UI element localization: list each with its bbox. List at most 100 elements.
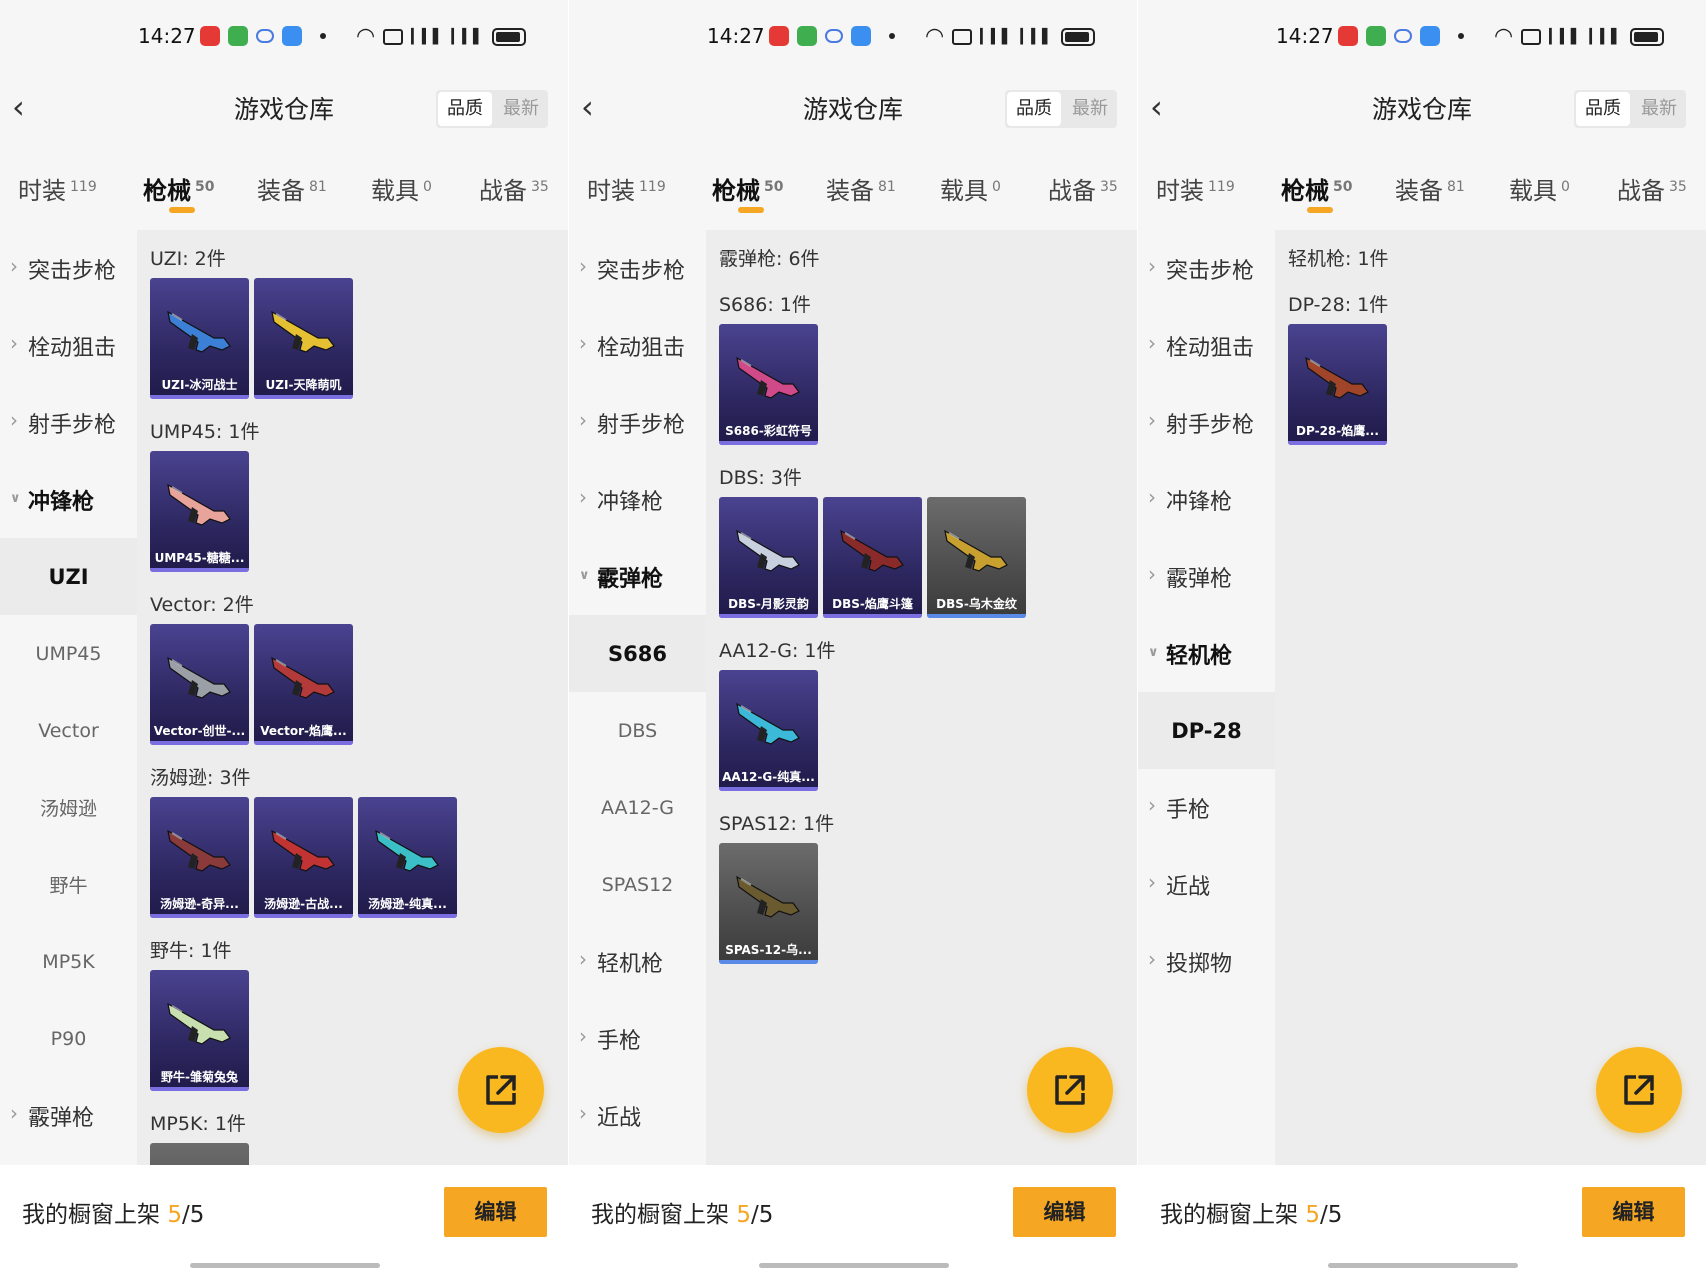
share-fab-button[interactable]	[458, 1047, 544, 1133]
inventory-item-card[interactable]	[150, 1143, 249, 1165]
sidebar-item[interactable]: MP5K	[0, 923, 137, 1000]
tab-0[interactable]: 时装 119	[18, 171, 97, 206]
tab-count: 50	[195, 179, 215, 195]
tab-3[interactable]: 载具 0	[371, 171, 432, 206]
sidebar-item[interactable]: Vector	[0, 692, 137, 769]
sidebar-item[interactable]: › 突击步枪	[1138, 230, 1275, 307]
sort-newest-button[interactable]: 最新	[494, 90, 548, 128]
tab-2[interactable]: 装备 81	[1395, 171, 1465, 206]
sidebar-item[interactable]: AA12-G	[569, 769, 706, 846]
sidebar-item[interactable]: 野牛	[0, 846, 137, 923]
sidebar-item[interactable]: 汤姆逊	[0, 769, 137, 846]
tab-3[interactable]: 载具 0	[1509, 171, 1570, 206]
inventory-item-card[interactable]: UZI-天降萌叽	[254, 278, 353, 399]
sidebar-item[interactable]: › 轻机枪	[569, 923, 706, 1000]
battery-icon	[1629, 27, 1664, 46]
sidebar-item[interactable]: UZI	[0, 538, 137, 615]
inventory-item-card[interactable]: 汤姆逊-奇异...	[150, 797, 249, 918]
sort-quality-button[interactable]: 品质	[1576, 92, 1630, 126]
inventory-item-card[interactable]: DP-28-焰鹰...	[1288, 324, 1387, 445]
sidebar-item-label: 汤姆逊	[39, 798, 97, 820]
edit-button[interactable]: 编辑	[1013, 1187, 1116, 1237]
sidebar-item[interactable]: ∨ 霰弹枪	[569, 538, 706, 615]
sidebar-item[interactable]: DP-28	[1138, 692, 1275, 769]
showcase-bar: 我的橱窗上架 5/5 编辑	[1138, 1165, 1706, 1249]
tab-3[interactable]: 载具 0	[940, 171, 1001, 206]
sort-newest-button[interactable]: 最新	[1632, 90, 1686, 128]
edit-button[interactable]: 编辑	[444, 1187, 547, 1237]
app-notification-icon	[1420, 26, 1440, 46]
share-fab-button[interactable]	[1027, 1047, 1113, 1133]
sidebar-item[interactable]: › 霰弹枪	[1138, 538, 1275, 615]
sidebar-item[interactable]: › 射手步枪	[569, 384, 706, 461]
chevron-right-icon: ›	[10, 254, 18, 278]
sidebar-item[interactable]: › 射手步枪	[1138, 384, 1275, 461]
inventory-item-card[interactable]: AA12-G-纯真...	[719, 670, 818, 791]
sidebar-item[interactable]: › 投掷物	[1138, 923, 1275, 1000]
app-notification-icon	[825, 29, 843, 43]
inventory-item-card[interactable]: 汤姆逊-古战...	[254, 797, 353, 918]
tab-2[interactable]: 装备 81	[826, 171, 896, 206]
sidebar-item[interactable]: › 突击步枪	[569, 230, 706, 307]
sidebar-item[interactable]: ∨ 轻机枪	[1138, 615, 1275, 692]
sidebar-item[interactable]: › 霰弹枪	[0, 1077, 137, 1154]
back-arrow-icon[interactable]: ‹	[12, 91, 42, 123]
inventory-item-card[interactable]: Vector-焰鹰...	[254, 624, 353, 745]
sidebar-nav: › 突击步枪 › 栓动狙击 › 射手步枪 › 冲锋枪 › 霰弹枪 ∨ 轻机枪 DP-28 › 手枪 › 近战 › 投…	[1138, 230, 1275, 1165]
back-arrow-icon[interactable]: ‹	[581, 91, 611, 123]
app-notification-icon	[256, 29, 274, 43]
sidebar-item[interactable]: › 手枪	[569, 1000, 706, 1077]
tab-label: 装备	[1395, 177, 1443, 205]
sidebar-item[interactable]: › 冲锋枪	[1138, 461, 1275, 538]
inventory-item-card[interactable]: UZI-冰河战士	[150, 278, 249, 399]
sidebar-item[interactable]: › 近战	[569, 1077, 706, 1154]
tab-0[interactable]: 时装 119	[587, 171, 666, 206]
tab-1[interactable]: 枪械 50	[143, 171, 214, 206]
tab-4[interactable]: 战备 35	[479, 171, 549, 206]
inventory-item-card[interactable]: DBS-乌木金纹	[927, 497, 1026, 618]
sort-newest-button[interactable]: 最新	[1063, 90, 1117, 128]
sidebar-item[interactable]: › 栓动狙击	[1138, 307, 1275, 384]
chevron-right-icon: ›	[579, 1101, 587, 1125]
share-fab-button[interactable]	[1596, 1047, 1682, 1133]
tab-1[interactable]: 枪械 50	[1281, 171, 1352, 206]
sidebar-item[interactable]: › 手枪	[1138, 769, 1275, 846]
back-arrow-icon[interactable]: ‹	[1150, 91, 1180, 123]
inventory-item-card[interactable]: DBS-焰鹰斗篷	[823, 497, 922, 618]
sidebar-item[interactable]: › 栓动狙击	[0, 307, 137, 384]
status-bar: 14:27 ◠ ▎▍▌ ▎▍▌	[0, 0, 568, 70]
edit-button[interactable]: 编辑	[1582, 1187, 1685, 1237]
sidebar-item[interactable]: DBS	[569, 692, 706, 769]
sidebar-item[interactable]: UMP45	[0, 615, 137, 692]
sidebar-item[interactable]: SPAS12	[569, 846, 706, 923]
inventory-item-card[interactable]: DBS-月影灵韵	[719, 497, 818, 618]
inventory-item-card[interactable]: 汤姆逊-纯真...	[358, 797, 457, 918]
tab-2[interactable]: 装备 81	[257, 171, 327, 206]
tab-1[interactable]: 枪械 50	[712, 171, 783, 206]
sidebar-item[interactable]: › 射手步枪	[0, 384, 137, 461]
tab-0[interactable]: 时装 119	[1156, 171, 1235, 206]
sidebar-item[interactable]: S686	[569, 615, 706, 692]
sidebar-item[interactable]: › 冲锋枪	[569, 461, 706, 538]
group-heading: UZI: 2件	[150, 248, 226, 270]
sidebar-item[interactable]: › 栓动狙击	[569, 307, 706, 384]
active-tab-indicator	[169, 207, 195, 213]
inventory-item-card[interactable]: UMP45-糖糖...	[150, 451, 249, 572]
sidebar-item-label: 突击步枪	[1166, 258, 1255, 284]
tab-label: 战备	[1617, 177, 1665, 205]
item-name: 汤姆逊-纯真...	[368, 897, 447, 911]
sort-quality-button[interactable]: 品质	[438, 92, 492, 126]
system-icons: ◠ ▎▍▌ ▎▍▌	[356, 24, 526, 49]
tab-4[interactable]: 战备 35	[1617, 171, 1687, 206]
inventory-item-card[interactable]: Vector-创世-...	[150, 624, 249, 745]
sidebar-item[interactable]: › 突击步枪	[0, 230, 137, 307]
tab-count: 119	[639, 179, 666, 195]
sidebar-item[interactable]: ∨ 冲锋枪	[0, 461, 137, 538]
sidebar-item[interactable]: P90	[0, 1000, 137, 1077]
sidebar-item[interactable]: › 近战	[1138, 846, 1275, 923]
tab-4[interactable]: 战备 35	[1048, 171, 1118, 206]
inventory-item-card[interactable]: S686-彩虹符号	[719, 324, 818, 445]
sort-quality-button[interactable]: 品质	[1007, 92, 1061, 126]
inventory-item-card[interactable]: 野牛-雏菊兔兔	[150, 970, 249, 1091]
inventory-item-card[interactable]: SPAS-12-乌...	[719, 843, 818, 964]
